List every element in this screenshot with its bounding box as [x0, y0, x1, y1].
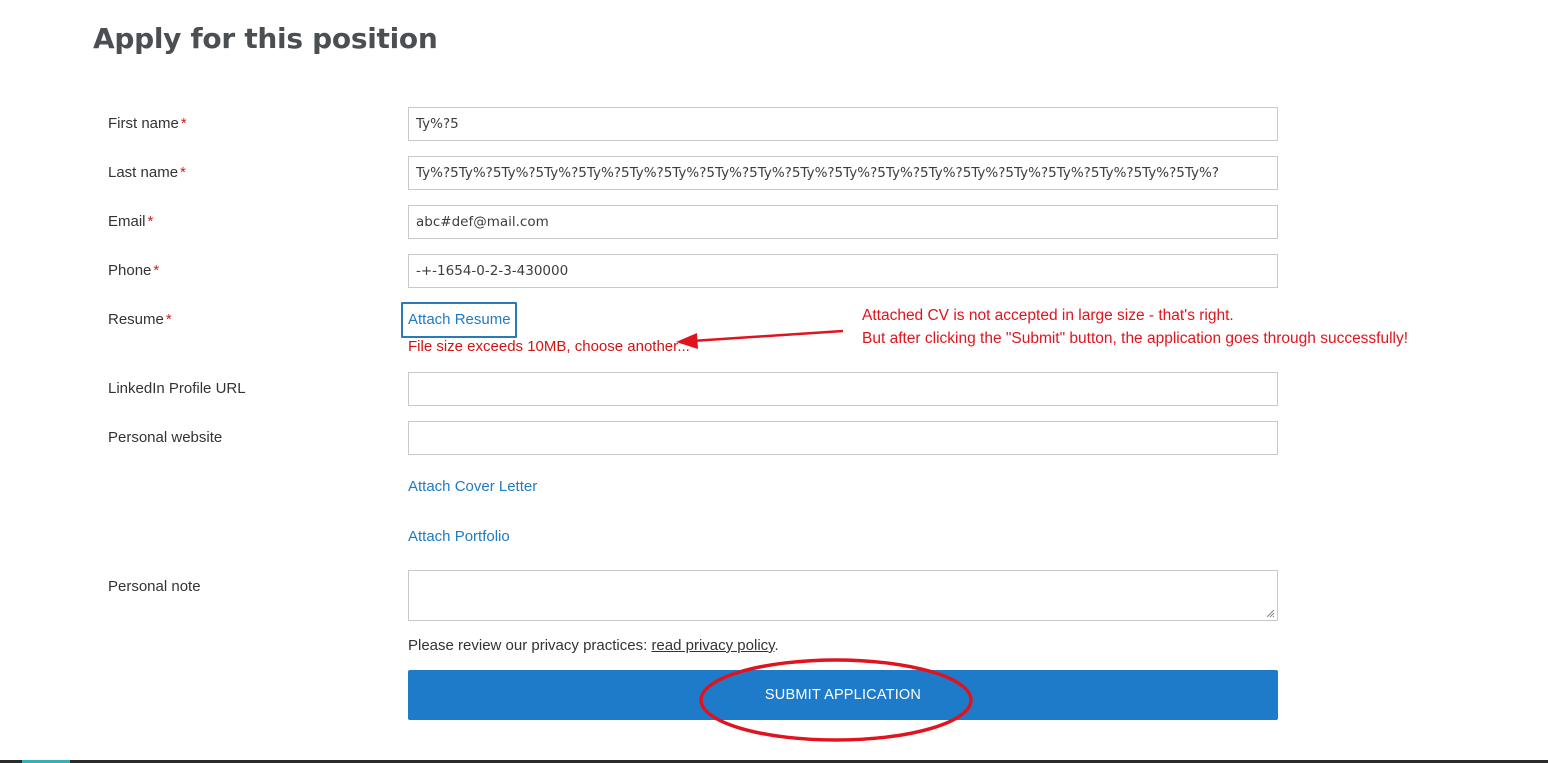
linkedin-label: LinkedIn Profile URL [108, 380, 246, 397]
application-form-page: Apply for this position First name * Ty%?… [0, 0, 1548, 763]
attach-portfolio-link[interactable]: Attach Portfolio [408, 528, 510, 546]
required-marker: * [147, 213, 154, 230]
phone-label-text: Phone [108, 262, 152, 279]
resume-error-message: File size exceeds 10MB, choose another..… [408, 338, 690, 355]
privacy-notice: Please review our privacy practices: rea… [408, 637, 779, 655]
required-marker: * [180, 115, 187, 132]
attach-cover-letter-link[interactable]: Attach Cover Letter [408, 478, 537, 496]
resume-label-text: Resume [108, 311, 164, 328]
email-label-text: Email [108, 213, 146, 230]
annotation-arrow-line [691, 329, 844, 343]
last-name-input[interactable]: Ty%?5Ty%?5Ty%?5Ty%?5Ty%?5Ty%?5Ty%?5Ty%?5… [408, 156, 1278, 190]
required-marker: * [153, 262, 160, 279]
page-title: Apply for this position [93, 22, 438, 55]
resume-label: Resume * [108, 311, 172, 329]
annotation-line-1: Attached CV is not accepted in large siz… [862, 307, 1234, 324]
last-name-label-text: Last name [108, 164, 179, 181]
website-label: Personal website [108, 429, 223, 446]
phone-label: Phone * [108, 262, 159, 280]
last-name-label: Last name * [108, 164, 186, 182]
email-label: Email * [108, 213, 153, 231]
phone-input[interactable]: -+-1654-0-2-3-430000 [408, 254, 1278, 288]
first-name-input[interactable]: Ty%?5 [408, 107, 1278, 141]
personal-note-textarea[interactable] [408, 570, 1278, 621]
email-input[interactable]: abc#def@mail.com [408, 205, 1278, 239]
privacy-suffix: . [774, 637, 779, 654]
annotation-line-2: But after clicking the "Submit" button, … [862, 330, 1409, 347]
privacy-policy-link[interactable]: read privacy policy [651, 637, 774, 654]
privacy-text: Please review our privacy practices: [408, 637, 652, 654]
website-input[interactable] [408, 421, 1278, 455]
first-name-label: First name * [108, 115, 187, 133]
required-marker: * [180, 164, 186, 181]
linkedin-url-input[interactable] [408, 372, 1278, 406]
personal-note-label: Personal note [108, 578, 201, 595]
resize-grip-icon[interactable] [1265, 608, 1275, 618]
submit-application-button[interactable]: SUBMIT APPLICATION [408, 670, 1278, 720]
attach-resume-button[interactable]: Attach Resume [401, 302, 517, 338]
required-marker: * [165, 311, 172, 328]
first-name-label-text: First name [108, 115, 179, 132]
